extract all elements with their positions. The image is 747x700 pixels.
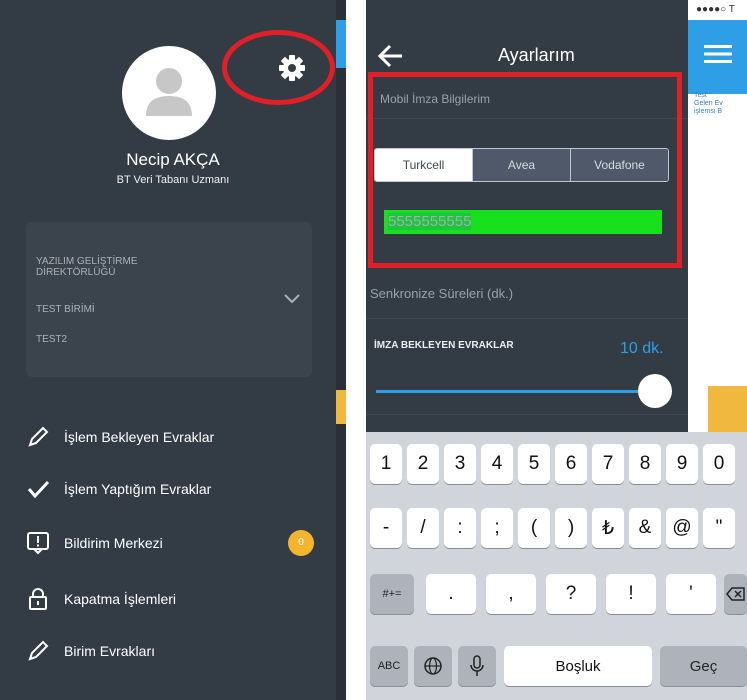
chevron-down-icon[interactable]: [284, 294, 300, 304]
notification-badge: 0: [288, 530, 314, 556]
abc-key[interactable]: ABC: [370, 646, 408, 686]
sync-title: Senkronize Süreleri (dk.): [370, 286, 514, 301]
key[interactable]: ₺: [592, 508, 624, 548]
notification-icon: [27, 532, 49, 555]
highlight-circle: [222, 30, 335, 105]
unit-line: TEST2: [36, 334, 68, 345]
imza-slider-thumb[interactable]: [638, 374, 672, 408]
microphone-key[interactable]: [458, 646, 496, 686]
menu-label: Kapatma İşlemleri: [64, 591, 177, 607]
side-menu-panel: Necip AKÇA BT Veri Tabanı Uzmanı YAZILIM…: [0, 0, 346, 700]
keyboard: 1 2 3 4 5 6 7 8 9 0 - / : ; ( ) ₺ & @ " …: [366, 432, 747, 700]
menu-item-unit-docs[interactable]: Birim Evrakları: [26, 636, 155, 666]
overlay-edge: [336, 0, 346, 700]
user-role: BT Veri Tabanı Uzmanı: [116, 174, 230, 186]
status-bar: ●●●●○ T: [696, 4, 735, 15]
key[interactable]: .: [426, 574, 476, 614]
go-key[interactable]: Geç: [660, 646, 747, 686]
key[interactable]: 3: [444, 444, 476, 484]
divider: [366, 318, 688, 319]
key[interactable]: 1: [370, 444, 402, 484]
back-arrow-icon[interactable]: [376, 42, 404, 70]
menu-item-closing[interactable]: Kapatma İşlemleri: [26, 584, 176, 614]
symbols-key[interactable]: #+=: [370, 574, 414, 614]
checkmark-icon: [27, 480, 50, 499]
backspace-icon: [725, 587, 745, 601]
pencil-icon: [28, 426, 49, 447]
unit-line: TEST BİRİMİ: [36, 304, 95, 315]
key[interactable]: :: [444, 508, 476, 548]
warning-icon: [708, 386, 747, 432]
divider: [366, 414, 688, 415]
menu-label: Bildirim Merkezi: [64, 535, 163, 551]
page-title: Ayarlarım: [498, 45, 575, 65]
key[interactable]: ': [666, 574, 716, 614]
key[interactable]: /: [407, 508, 439, 548]
key[interactable]: 7: [592, 444, 624, 484]
globe-icon: [424, 657, 442, 675]
key[interactable]: ,: [486, 574, 536, 614]
key[interactable]: ): [555, 508, 587, 548]
key[interactable]: ?: [546, 574, 596, 614]
note-line: Gelen Ev: [694, 100, 723, 107]
menu-item-processed[interactable]: İşlem Yaptığım Evraklar: [26, 474, 211, 504]
key[interactable]: 4: [481, 444, 513, 484]
imza-slider-track[interactable]: [376, 390, 654, 393]
pencil-icon: [28, 640, 49, 661]
key[interactable]: 9: [666, 444, 698, 484]
backspace-key[interactable]: [724, 574, 747, 614]
menu-item-notifications[interactable]: Bildirim Merkezi: [26, 528, 163, 558]
space-key[interactable]: Boşluk: [504, 646, 652, 686]
key[interactable]: (: [518, 508, 550, 548]
background-note: Test Gelen Ev işlemsi B: [694, 92, 723, 116]
avatar[interactable]: [122, 46, 216, 140]
key[interactable]: &: [629, 508, 661, 548]
user-name: Necip AKÇA: [126, 150, 220, 169]
highlight-box: [368, 72, 682, 268]
unit-selector[interactable]: YAZILIM GELİŞTİRME DİREKTÖRLÜĞÜ TEST BİR…: [26, 222, 312, 377]
note-line: işlemsi B: [694, 108, 723, 115]
menu-label: İşlem Bekleyen Evraklar: [64, 429, 215, 445]
key[interactable]: 0: [703, 444, 735, 484]
key[interactable]: 2: [407, 444, 439, 484]
microphone-icon: [470, 655, 484, 676]
unit-line: YAZILIM GELİŞTİRME: [36, 256, 138, 267]
note-line: Test: [694, 92, 707, 99]
edge-warning: [336, 390, 346, 424]
imza-value: 10 dk.: [620, 340, 664, 357]
imza-label: İMZA BEKLEYEN EVRAKLAR: [374, 340, 514, 351]
menu-item-pending[interactable]: İşlem Bekleyen Evraklar: [26, 422, 214, 452]
menu-label: İşlem Yaptığım Evraklar: [64, 481, 212, 497]
globe-key[interactable]: [414, 646, 452, 686]
key[interactable]: ": [703, 508, 735, 548]
key[interactable]: @: [666, 508, 698, 548]
menu-label: Birim Evrakları: [64, 643, 156, 659]
key[interactable]: 5: [518, 444, 550, 484]
hamburger-icon[interactable]: [704, 44, 732, 64]
key[interactable]: -: [370, 508, 402, 548]
edge-header: [336, 20, 346, 68]
lock-icon: [29, 588, 47, 610]
key[interactable]: 8: [629, 444, 661, 484]
user-icon: [146, 68, 192, 116]
key[interactable]: ;: [481, 508, 513, 548]
key[interactable]: 6: [555, 444, 587, 484]
key[interactable]: !: [606, 574, 656, 614]
unit-line: DİREKTÖRLÜĞÜ: [36, 267, 116, 278]
